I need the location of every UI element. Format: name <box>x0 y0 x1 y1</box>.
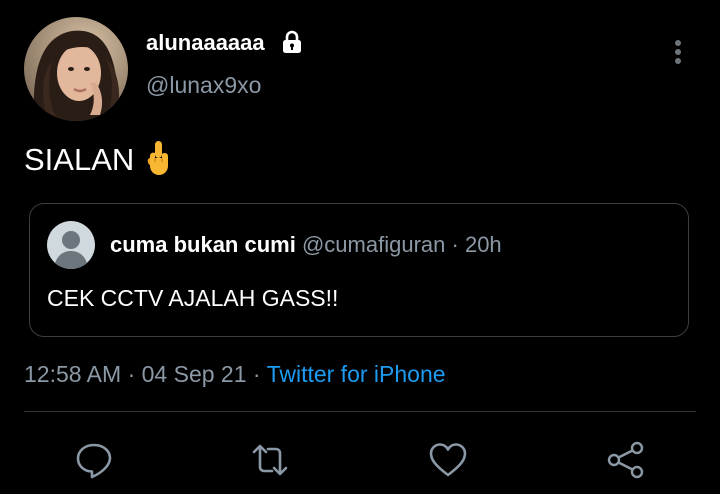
quote-separator: · <box>451 232 459 257</box>
share-icon <box>607 441 644 479</box>
lock-icon <box>279 29 305 55</box>
tweet-text-content: SIALAN <box>24 142 135 177</box>
quoted-tweet-card[interactable]: cuma bukan cumi @cumafiguran · 20h CEK C… <box>29 203 689 337</box>
quote-author-avatar[interactable] <box>47 221 95 269</box>
quote-author-name[interactable]: cuma bukan cumi <box>110 232 296 257</box>
meta-separator-1: · <box>127 361 136 387</box>
quote-timestamp[interactable]: 20h <box>465 232 502 257</box>
author-display-name[interactable]: alunaaaaaa <box>146 28 265 58</box>
like-button[interactable] <box>428 440 468 480</box>
quote-author-handle[interactable]: @cumafiguran <box>302 232 445 257</box>
author-handle[interactable]: @lunax9xo <box>146 70 261 100</box>
more-options-icon[interactable] <box>662 36 694 68</box>
tweet-time[interactable]: 12:58 AM <box>24 361 121 387</box>
divider <box>24 411 696 412</box>
meta-separator-2: · <box>252 361 261 387</box>
tweet-source-link[interactable]: Twitter for iPhone <box>267 361 446 387</box>
like-icon <box>429 443 467 477</box>
tweet-text: SIALAN <box>24 140 172 186</box>
quote-text: CEK CCTV AJALAH GASS!! <box>47 285 339 311</box>
quote-header: cuma bukan cumi @cumafiguran · 20h <box>110 230 502 260</box>
share-button[interactable] <box>606 440 646 480</box>
reply-icon <box>76 443 112 479</box>
tweet-meta: 12:58 AM · 04 Sep 21 · Twitter for iPhon… <box>24 358 446 390</box>
middle-finger-emoji-icon <box>146 140 172 186</box>
author-avatar[interactable] <box>24 17 128 121</box>
tweet-date[interactable]: 04 Sep 21 <box>142 361 247 387</box>
retweet-icon <box>252 444 288 476</box>
reply-button[interactable] <box>74 440 114 480</box>
retweet-button[interactable] <box>250 440 290 480</box>
